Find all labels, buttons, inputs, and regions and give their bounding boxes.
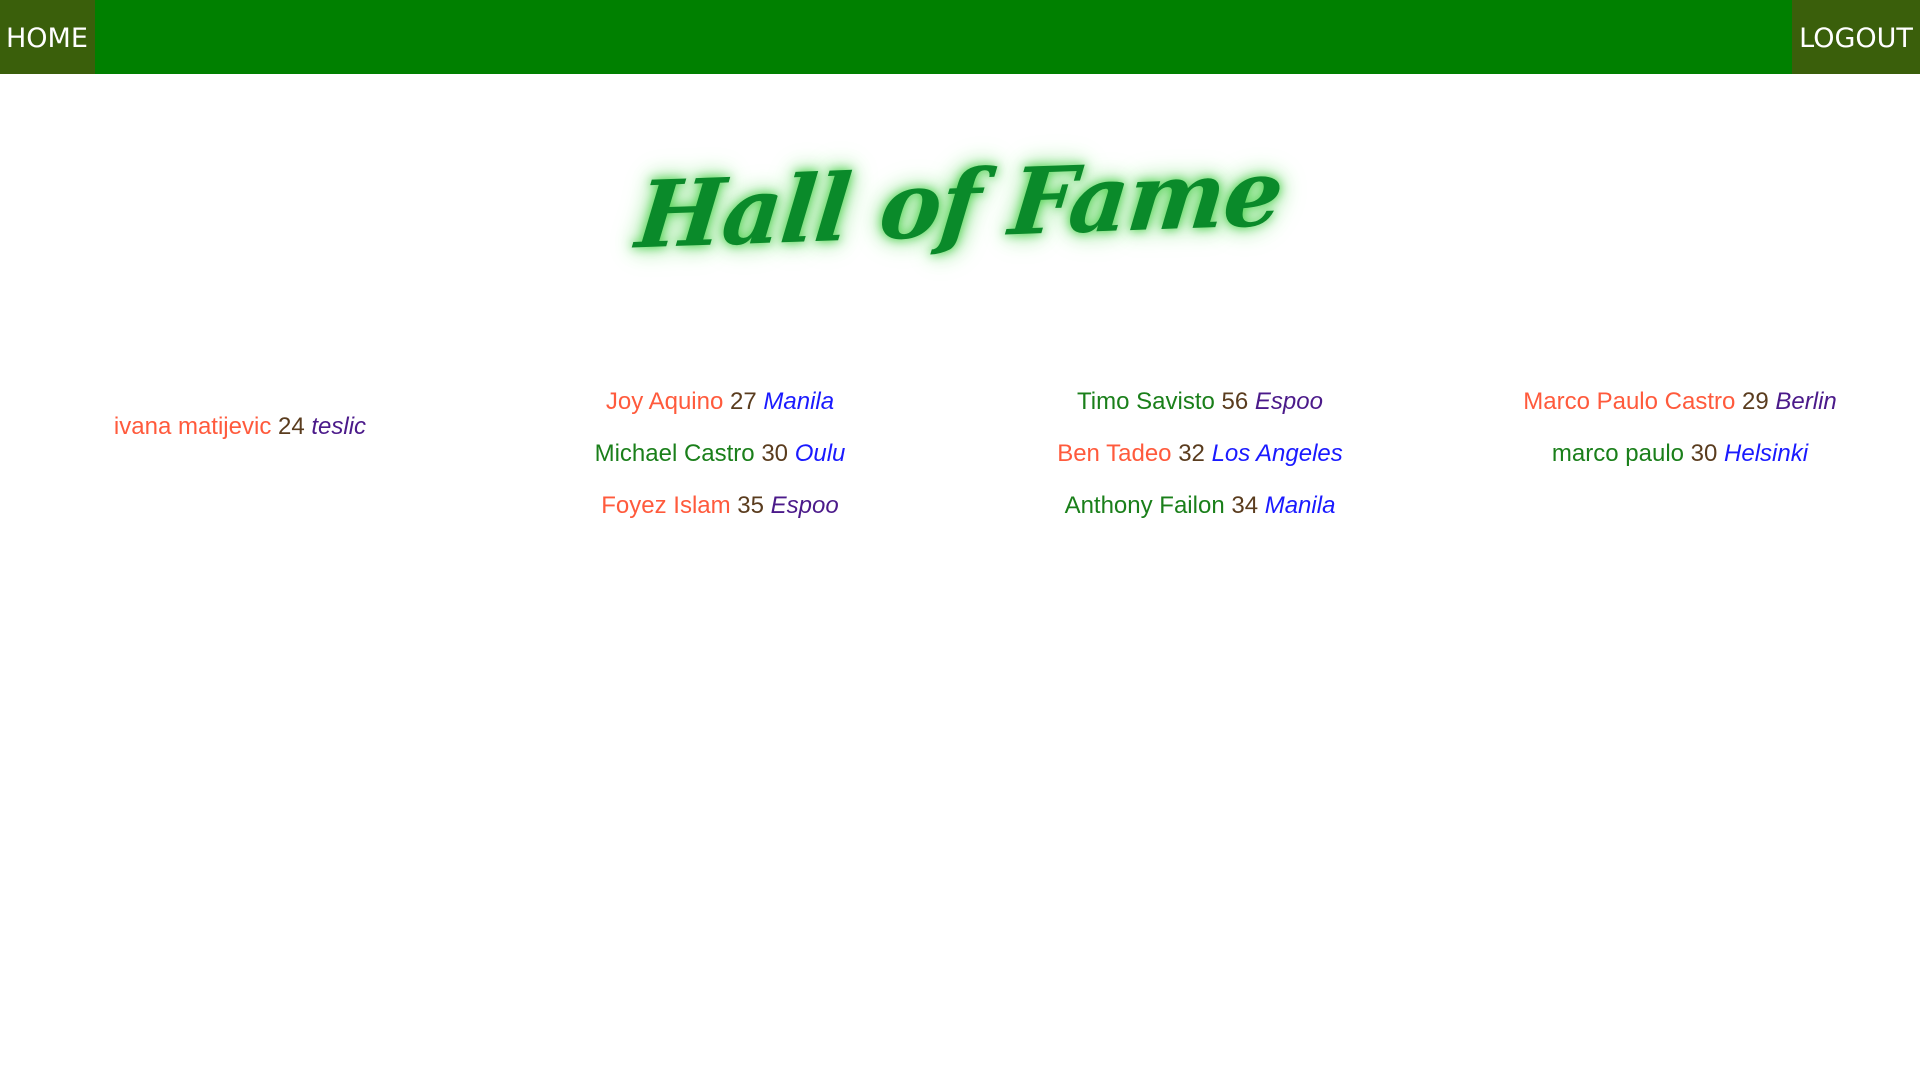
entry-name: Joy Aquino bbox=[605, 388, 724, 415]
hall-of-fame-columns: ivana matijevic 24 teslic Joy Aquino 27 … bbox=[0, 376, 1920, 576]
entry-age: 35 bbox=[737, 492, 764, 519]
entry-name: Michael Castro bbox=[594, 440, 755, 467]
entry-city: Manila bbox=[1264, 492, 1336, 519]
entry-name: Timo Savisto bbox=[1077, 388, 1215, 415]
entry-age: 30 bbox=[761, 440, 789, 467]
entry-age: 29 bbox=[1742, 388, 1769, 415]
entry-name: Foyez Islam bbox=[601, 492, 731, 519]
entry-age: 27 bbox=[730, 388, 757, 415]
list-item: marco paulo 30 Helsinki bbox=[1440, 428, 1920, 480]
entry-age: 34 bbox=[1231, 492, 1259, 519]
entry-city: Berlin bbox=[1775, 388, 1837, 415]
entry-city: Espoo bbox=[770, 492, 839, 519]
list-item: Foyez Islam 35 Espoo bbox=[480, 480, 960, 532]
entry-name: Marco Paulo Castro bbox=[1523, 388, 1736, 415]
entry-age: 30 bbox=[1690, 440, 1718, 467]
entry-name: ivana matijevic bbox=[113, 413, 272, 440]
entry-city: Manila bbox=[763, 388, 835, 415]
column-3: Timo Savisto 56 Espoo Ben Tadeo 32 Los A… bbox=[960, 376, 1440, 532]
entry-city: Espoo bbox=[1254, 388, 1323, 415]
title-container: Hall of Fame bbox=[0, 139, 1920, 270]
list-item: Michael Castro 30 Oulu bbox=[480, 428, 960, 480]
entry-name: marco paulo bbox=[1551, 440, 1684, 467]
list-item: ivana matijevic 24 teslic bbox=[0, 401, 480, 453]
top-navbar: HOME LOGOUT bbox=[0, 0, 1920, 74]
entry-city: Los Angeles bbox=[1211, 440, 1343, 467]
list-item: Anthony Failon 34 Manila bbox=[960, 480, 1440, 532]
entry-name: Anthony Failon bbox=[1064, 492, 1225, 519]
column-2: Joy Aquino 27 Manila Michael Castro 30 O… bbox=[480, 376, 960, 532]
entry-city: teslic bbox=[311, 413, 367, 440]
entry-age: 56 bbox=[1221, 388, 1249, 415]
entry-age: 32 bbox=[1178, 440, 1205, 467]
page-title: Hall of Fame bbox=[631, 138, 1289, 270]
list-item: Joy Aquino 27 Manila bbox=[480, 376, 960, 428]
list-item: Marco Paulo Castro 29 Berlin bbox=[1440, 376, 1920, 428]
column-4: Marco Paulo Castro 29 Berlin marco paulo… bbox=[1440, 376, 1920, 480]
list-item: Ben Tadeo 32 Los Angeles bbox=[960, 428, 1440, 480]
entry-age: 24 bbox=[278, 413, 305, 440]
logout-button[interactable]: LOGOUT bbox=[1792, 0, 1920, 74]
entry-city: Oulu bbox=[794, 440, 846, 467]
entry-name: Ben Tadeo bbox=[1057, 440, 1172, 467]
list-item: Timo Savisto 56 Espoo bbox=[960, 376, 1440, 428]
entry-city: Helsinki bbox=[1724, 440, 1809, 467]
column-1: ivana matijevic 24 teslic bbox=[0, 401, 480, 453]
home-button[interactable]: HOME bbox=[0, 0, 95, 74]
